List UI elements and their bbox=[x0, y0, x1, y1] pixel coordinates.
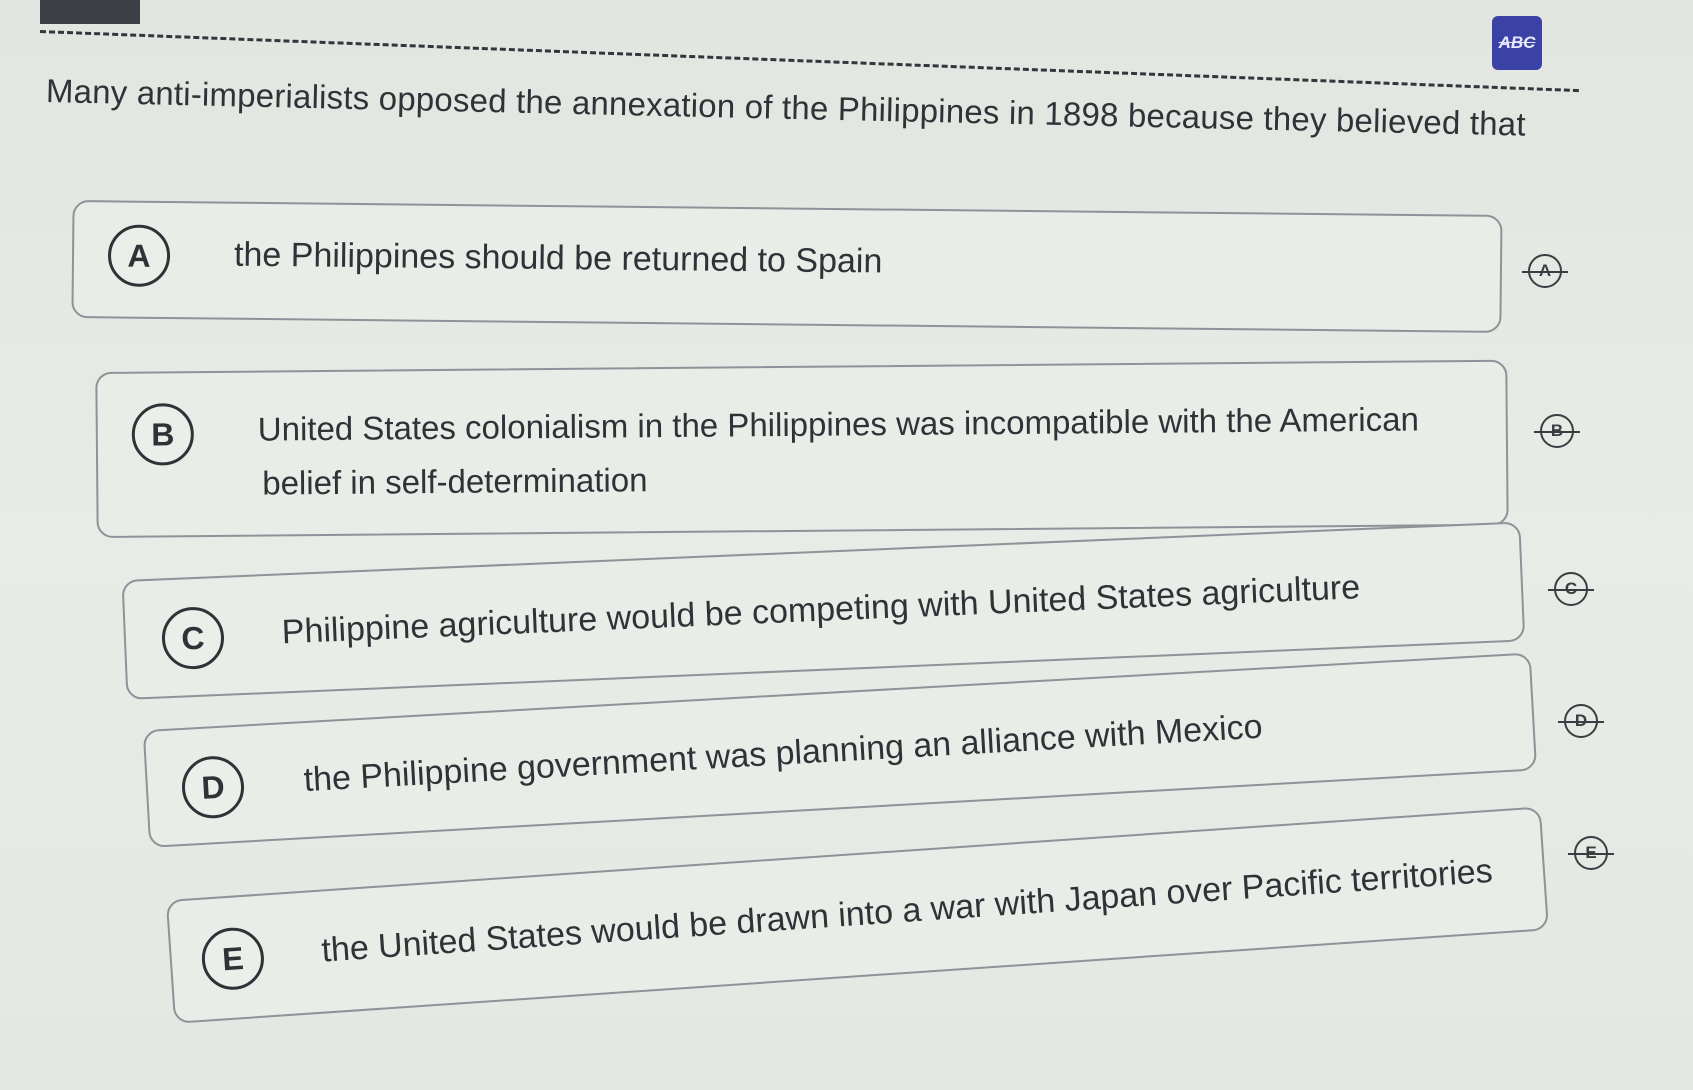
question-stem: Many anti-imperialists opposed the annex… bbox=[45, 72, 1527, 143]
answer-option-a[interactable]: A the Philippines should be returned to … bbox=[71, 200, 1503, 333]
strikeout-a-icon[interactable]: A bbox=[1522, 254, 1568, 288]
option-text-b-line1: United States colonialism in the Philipp… bbox=[257, 400, 1419, 448]
strikeout-c-icon[interactable]: C bbox=[1548, 572, 1594, 606]
header-tab bbox=[40, 0, 140, 24]
abc-label: ABC bbox=[1498, 33, 1536, 52]
strikeout-d-icon[interactable]: D bbox=[1558, 704, 1604, 738]
option-letter-c: C bbox=[160, 605, 226, 671]
answer-option-e[interactable]: E the United States would be drawn into … bbox=[165, 806, 1550, 1024]
strikeout-b-icon[interactable]: B bbox=[1534, 414, 1580, 448]
option-text-d: the Philippine government was planning a… bbox=[302, 707, 1264, 800]
option-text-a: the Philippines should be returned to Sp… bbox=[233, 235, 883, 281]
question-page: ABC Many anti-imperialists opposed the a… bbox=[0, 0, 1693, 1090]
option-letter-b: B bbox=[131, 403, 195, 466]
option-letter-d: D bbox=[180, 754, 246, 820]
option-text-b-line2: belief in self-determination bbox=[262, 461, 648, 502]
option-text-e: the United States would be drawn into a … bbox=[320, 851, 1494, 970]
option-text-c: Philippine agriculture would be competin… bbox=[281, 568, 1361, 652]
abc-strikethrough-toggle-button[interactable]: ABC bbox=[1492, 16, 1542, 70]
option-letter-e: E bbox=[199, 925, 266, 992]
answer-option-b[interactable]: B United States colonialism in the Phili… bbox=[95, 359, 1509, 538]
option-letter-a: A bbox=[107, 224, 171, 288]
strikeout-e-icon[interactable]: E bbox=[1568, 836, 1614, 870]
